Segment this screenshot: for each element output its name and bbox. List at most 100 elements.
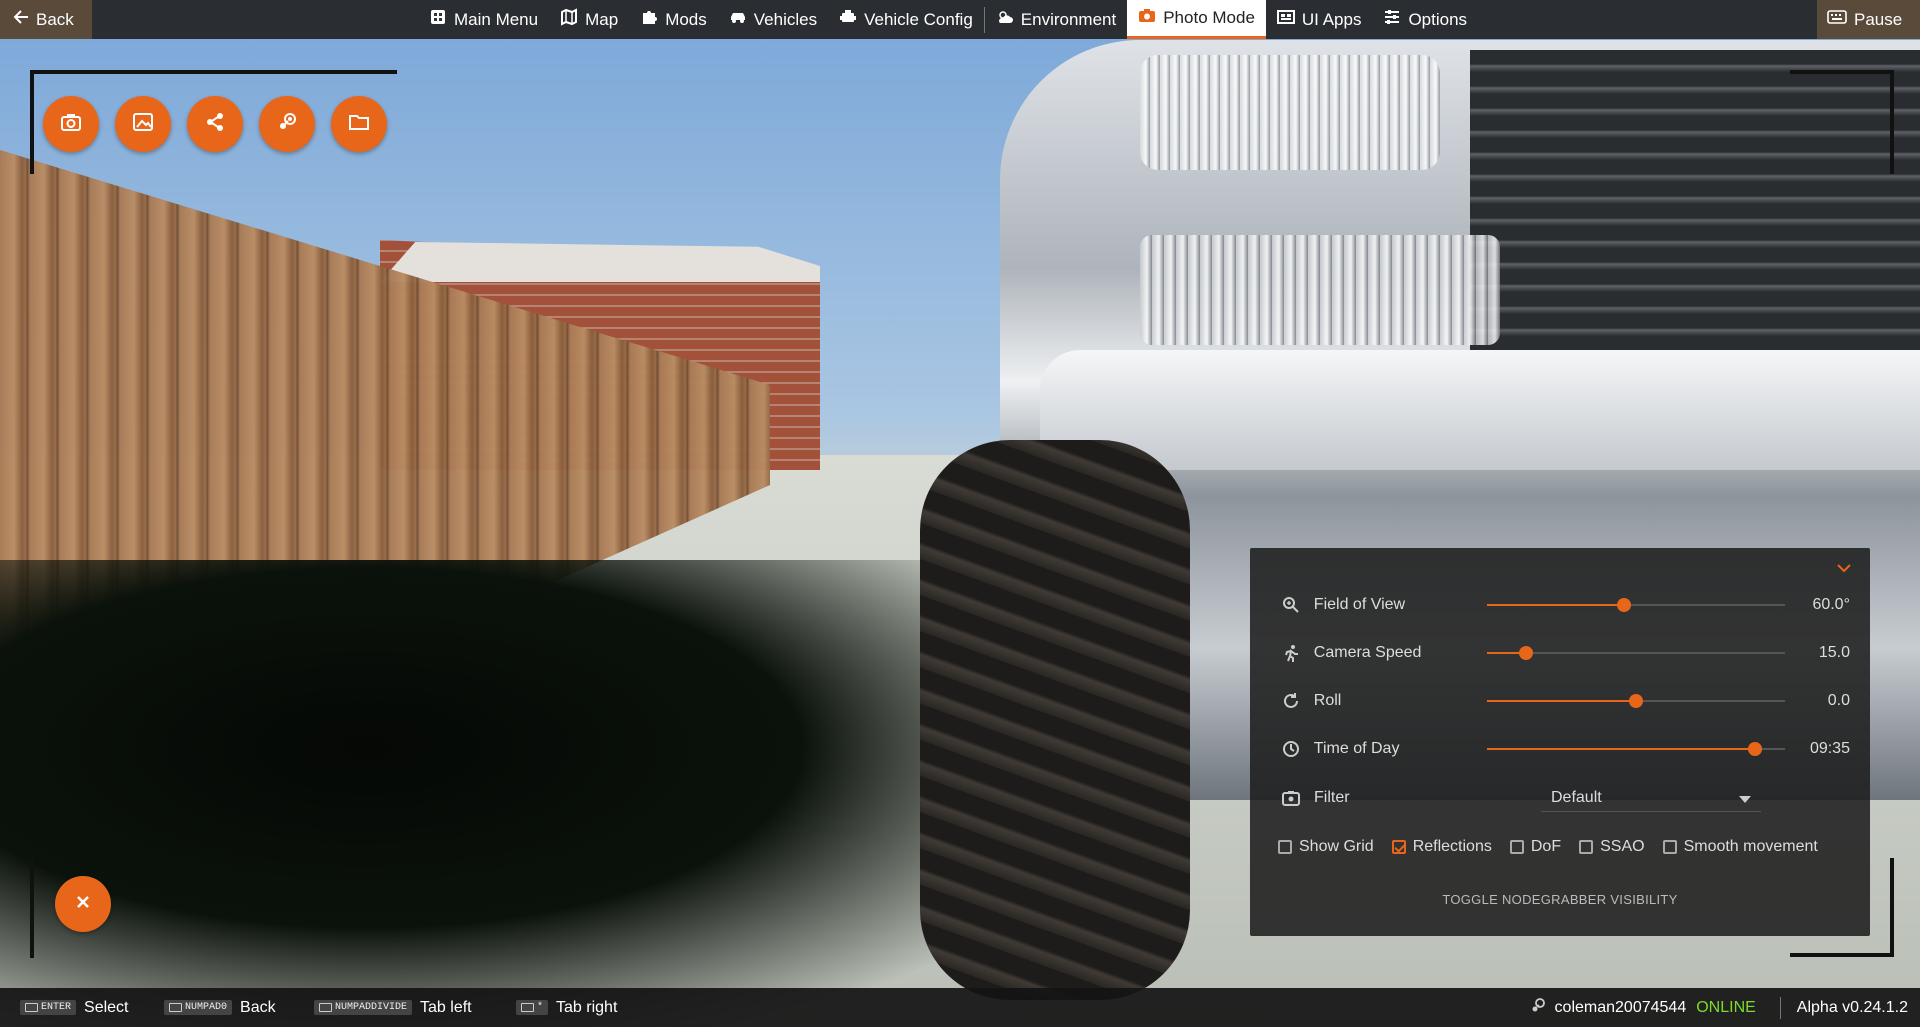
tab-label: Mods <box>665 9 707 29</box>
tab-map[interactable]: Map <box>549 0 629 39</box>
hint-action: Select <box>84 998 129 1016</box>
key-label: ENTER <box>41 1002 72 1013</box>
zoom-icon <box>1280 594 1302 616</box>
keyboard-icon <box>319 1003 332 1012</box>
fov-value: 60.0° <box>1812 596 1850 613</box>
checkbox-box[interactable] <box>1278 840 1292 854</box>
key-label: * <box>537 1002 544 1013</box>
slider-knob[interactable] <box>1617 598 1632 612</box>
hint-action: Tab left <box>420 998 472 1016</box>
main-menu-icon <box>429 8 447 31</box>
top-menu-bar: Back Main Menu Map Mods Vehicles Vehicle… <box>0 0 1920 39</box>
steam-icon <box>276 111 298 138</box>
time-of-day-slider[interactable] <box>1487 739 1785 759</box>
hint-action: Back <box>240 998 276 1016</box>
roll-slider[interactable] <box>1487 691 1785 711</box>
roll-label: Roll <box>1313 692 1342 709</box>
show-grid-checkbox[interactable]: Show Grid <box>1278 838 1374 856</box>
tab-vehicles[interactable]: Vehicles <box>718 0 828 39</box>
ground-shadow <box>0 560 1050 1027</box>
car-icon <box>729 8 747 31</box>
ssao-checkbox[interactable]: SSAO <box>1579 838 1645 856</box>
dropdown-arrow-icon <box>1739 796 1751 803</box>
option-checkboxes: Show Grid Reflections DoF SSAO Smooth mo… <box>1278 838 1836 856</box>
smooth-movement-checkbox[interactable]: Smooth movement <box>1662 838 1818 856</box>
dof-checkbox[interactable]: DoF <box>1509 838 1561 856</box>
fov-slider[interactable] <box>1487 595 1785 615</box>
key-label: NUMPADDIVIDE <box>335 1002 408 1013</box>
reflections-label: Reflections <box>1412 838 1492 855</box>
checkbox-box[interactable] <box>1391 840 1406 854</box>
tab-environment[interactable]: Environment <box>985 0 1127 39</box>
keyboard-icon <box>521 1003 534 1012</box>
truck-headlight-lower <box>1140 235 1500 345</box>
frame-corner-top-right <box>1790 70 1894 174</box>
pause-button[interactable]: Pause <box>1817 0 1920 39</box>
tab-mods[interactable]: Mods <box>629 0 718 39</box>
open-folder-button[interactable] <box>331 96 387 152</box>
keyboard-key: NUMPADDIVIDE <box>314 1000 413 1015</box>
slider-knob[interactable] <box>1628 694 1643 708</box>
online-status: ONLINE <box>1696 998 1756 1016</box>
slider-knob[interactable] <box>1518 646 1533 660</box>
username: coleman20074544 <box>1554 998 1687 1016</box>
keyboard-key: ENTER <box>20 1000 77 1015</box>
tab-label: Photo Mode <box>1163 8 1255 27</box>
truck-tire <box>920 440 1190 1000</box>
open-image-button[interactable] <box>115 96 171 152</box>
camera-icon <box>1138 7 1156 30</box>
running-icon <box>1280 642 1302 664</box>
tab-label: UI Apps <box>1301 9 1362 29</box>
apps-icon <box>1276 8 1295 31</box>
slider-fill <box>1487 700 1636 702</box>
tab-main-menu[interactable]: Main Menu <box>418 0 549 39</box>
checkbox-box[interactable] <box>1509 840 1524 854</box>
filter-row: Filter Default <box>1280 783 1850 813</box>
keyboard-icon <box>169 1003 182 1012</box>
hint-tab-right: * Tab right <box>516 988 617 1027</box>
checkbox-box[interactable] <box>1662 840 1677 854</box>
key-label: NUMPAD0 <box>185 1002 228 1013</box>
reflections-checkbox[interactable]: Reflections <box>1391 838 1492 856</box>
rotate-icon <box>1280 690 1302 712</box>
hint-select: ENTER Select <box>20 988 128 1027</box>
truck-bumper <box>1040 350 1920 470</box>
folder-icon <box>348 111 370 138</box>
engine-icon <box>839 8 857 31</box>
take-screenshot-button[interactable] <box>43 96 99 152</box>
filter-label: Filter <box>1314 789 1350 806</box>
tab-label: Vehicles <box>753 9 818 29</box>
close-photo-mode-button[interactable] <box>55 876 111 932</box>
fov-row: Field of View 60.0° <box>1280 590 1850 620</box>
show-grid-label: Show Grid <box>1299 838 1374 855</box>
filter-select[interactable]: Default <box>1541 784 1761 812</box>
slider-knob[interactable] <box>1747 742 1762 756</box>
slider-fill <box>1487 604 1625 606</box>
back-button[interactable]: Back <box>0 0 92 39</box>
tab-photo-mode[interactable]: Photo Mode <box>1127 0 1266 39</box>
checkbox-box[interactable] <box>1579 840 1594 854</box>
camera-speed-row: Camera Speed 15.0 <box>1280 638 1850 668</box>
tab-label: Vehicle Config <box>864 9 973 29</box>
tab-ui-apps[interactable]: UI Apps <box>1266 0 1373 39</box>
collapse-panel-button[interactable] <box>1834 558 1854 578</box>
camera-speed-value: 15.0 <box>1818 644 1850 661</box>
steam-upload-button[interactable] <box>259 96 315 152</box>
image-icon <box>132 111 154 138</box>
keyboard-key: * <box>516 1000 549 1015</box>
filter-value: Default <box>1551 788 1602 806</box>
tab-label: Map <box>585 9 619 29</box>
hint-action: Tab right <box>556 998 618 1016</box>
back-label: Back <box>36 9 74 29</box>
tab-options[interactable]: Options <box>1372 0 1478 39</box>
share-button[interactable] <box>187 96 243 152</box>
tab-label: Main Menu <box>454 9 539 29</box>
camera-icon <box>60 111 82 138</box>
camera-speed-slider[interactable] <box>1487 643 1785 663</box>
pause-label: Pause <box>1854 9 1903 29</box>
toggle-nodegrabber-button[interactable]: TOGGLE NODEGRABBER VISIBILITY <box>1250 892 1870 907</box>
time-of-day-label: Time of Day <box>1313 740 1400 757</box>
tab-vehicle-config[interactable]: Vehicle Config <box>828 0 984 39</box>
chevron-down-icon <box>1834 564 1854 582</box>
smooth-movement-label: Smooth movement <box>1683 838 1818 855</box>
